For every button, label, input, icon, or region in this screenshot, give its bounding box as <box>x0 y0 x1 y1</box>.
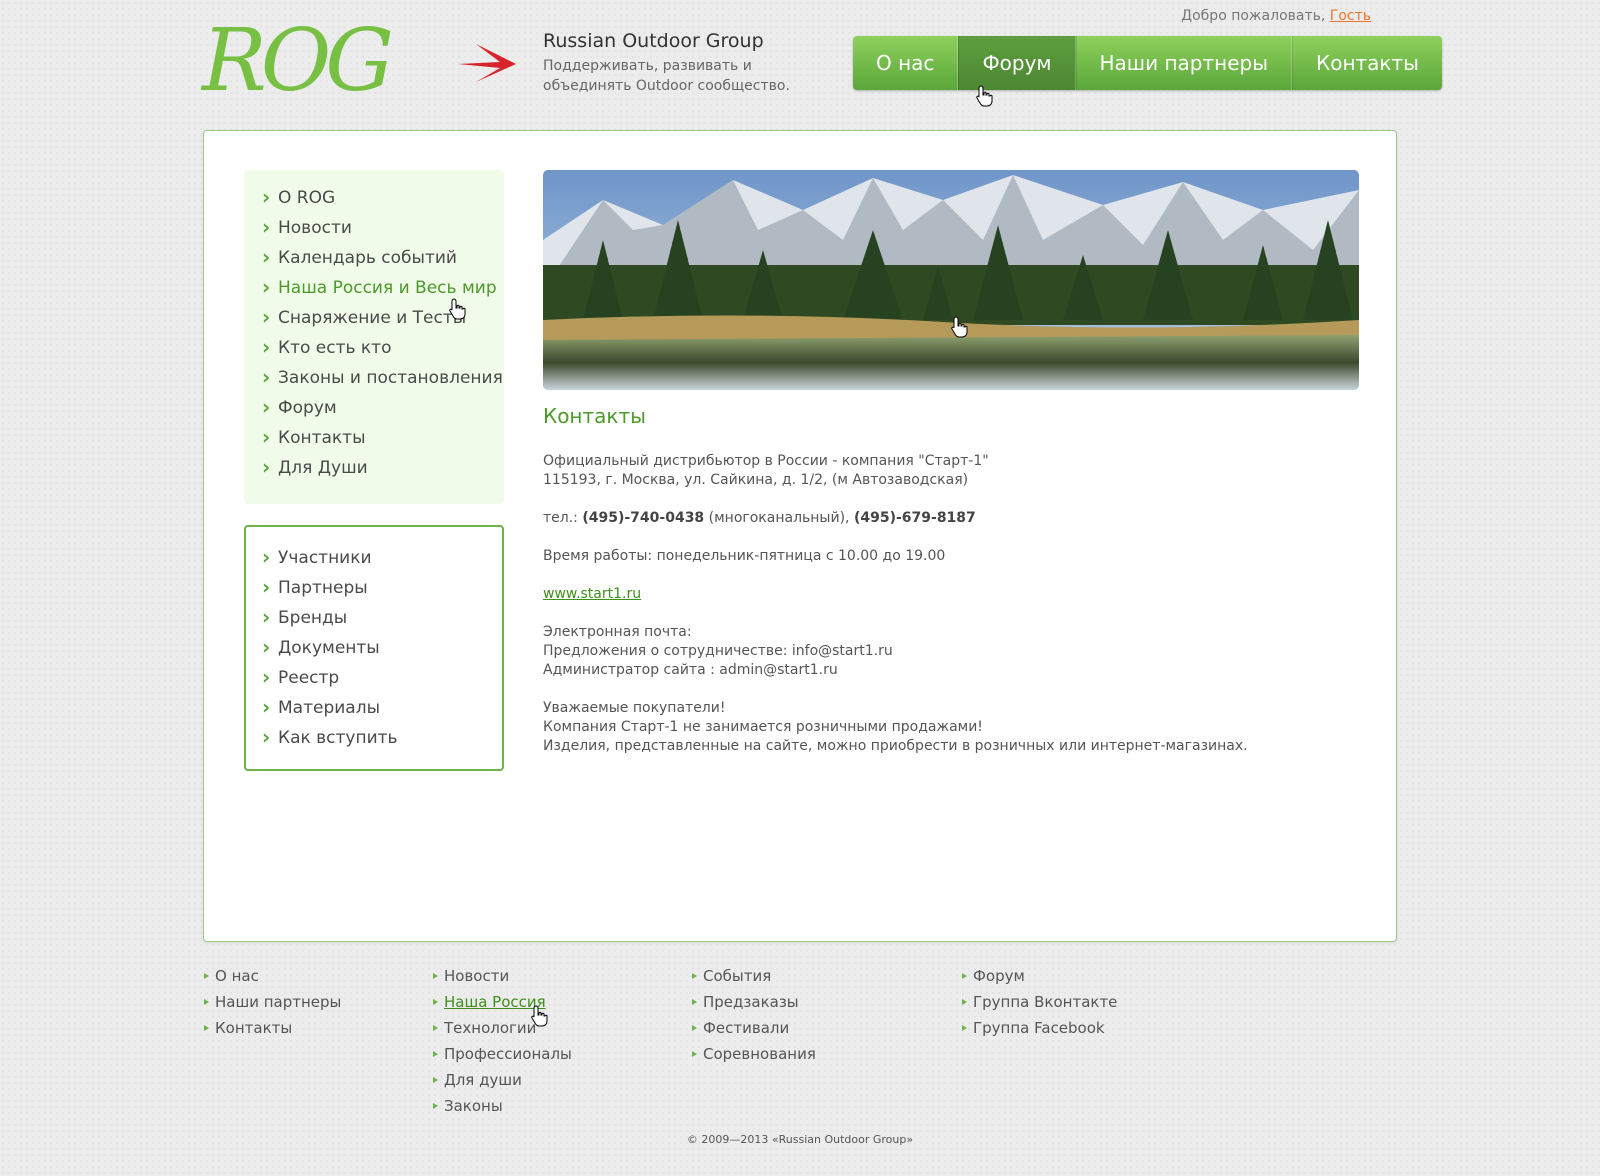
guest-link[interactable]: Гость <box>1330 8 1371 24</box>
hand-cursor-icon <box>976 85 993 107</box>
footer-link-about[interactable]: О нас <box>204 963 341 989</box>
hand-cursor-icon <box>531 1005 548 1027</box>
footer-link-technologies[interactable]: Технологии <box>433 1015 572 1041</box>
logo[interactable]: ROG <box>200 11 520 111</box>
footer-link-festivals[interactable]: Фестивали <box>692 1015 816 1041</box>
logo-mark: ROG <box>200 11 516 111</box>
footer-link-news[interactable]: Новости <box>433 963 572 989</box>
footer-link-our-russia[interactable]: Наша Россия <box>433 989 572 1015</box>
nav-contacts[interactable]: Контакты <box>1292 36 1442 90</box>
side-item-gear-tests[interactable]: Снаряжение и Тесты <box>262 302 504 333</box>
landscape-image <box>543 170 1359 390</box>
phone-primary: (495)-740-0438 <box>582 510 705 526</box>
notice-no-retail: Компания Старт-1 не занимается розничным… <box>543 719 983 735</box>
side-item-brands[interactable]: Бренды <box>262 602 502 633</box>
distributor-line: Официальный дистрибьютор в России - комп… <box>543 453 989 469</box>
contacts-content: Контакты Официальный дистрибьютор в Росс… <box>543 403 1359 775</box>
footer-link-events[interactable]: События <box>692 963 816 989</box>
copyright: © 2009—2013 «Russian Outdoor Group» <box>686 1133 914 1146</box>
welcome-text: Добро пожаловать, <box>1181 8 1326 24</box>
footer-column-2: Новости Наша Россия Технологии Профессио… <box>433 963 572 1119</box>
working-hours: Время работы: понедельник-пятница с 10.0… <box>543 548 946 564</box>
nav-partners[interactable]: Наши партнеры <box>1075 36 1293 90</box>
email-heading: Электронная почта: <box>543 624 692 640</box>
side-item-documents[interactable]: Документы <box>262 632 502 663</box>
side-menu-main: О ROG Новости Календарь событий Наша Рос… <box>244 170 504 504</box>
notice-where-to-buy: Изделия, представленные на сайте, можно … <box>543 738 1248 754</box>
side-item-how-to-join[interactable]: Как вступить <box>262 722 502 753</box>
side-item-registry[interactable]: Реестр <box>262 662 502 693</box>
hand-cursor-icon <box>449 298 466 320</box>
welcome-bar: Добро пожаловать, Гость <box>1181 8 1371 24</box>
phone-prefix: тел.: <box>543 510 578 526</box>
footer-link-laws[interactable]: Законы <box>433 1093 572 1119</box>
footer-link-professionals[interactable]: Профессионалы <box>433 1041 572 1067</box>
hand-cursor-icon <box>951 316 968 338</box>
side-item-laws[interactable]: Законы и постановления <box>262 362 504 393</box>
side-item-russia-world[interactable]: Наша Россия и Весь мир <box>262 272 504 303</box>
side-item-about-rog[interactable]: О ROG <box>262 182 504 213</box>
footer-link-preorders[interactable]: Предзаказы <box>692 989 816 1015</box>
footer-link-vkontakte[interactable]: Группа Вконтакте <box>962 989 1117 1015</box>
footer-column-4: Форум Группа Вконтакте Группа Facebook <box>962 963 1117 1041</box>
footer-link-partners[interactable]: Наши партнеры <box>204 989 341 1015</box>
side-item-who-is-who[interactable]: Кто есть кто <box>262 332 504 363</box>
phone-note: (многоканальный), <box>708 510 850 526</box>
banner-image <box>543 170 1359 390</box>
nav-about[interactable]: О нас <box>853 36 959 90</box>
phone-secondary: (495)-679-8187 <box>853 510 976 526</box>
side-item-contacts[interactable]: Контакты <box>262 422 504 453</box>
footer-column-1: О нас Наши партнеры Контакты <box>204 963 341 1041</box>
side-item-news[interactable]: Новости <box>262 212 504 243</box>
notice-heading: Уважаемые покупатели! <box>543 700 726 716</box>
site-name: Russian Outdoor Group <box>543 30 764 52</box>
tagline: Russian Outdoor Group Поддерживать, разв… <box>543 30 843 96</box>
side-item-forum[interactable]: Форум <box>262 392 504 423</box>
main-panel: О ROG Новости Календарь событий Наша Рос… <box>203 130 1397 942</box>
side-item-materials[interactable]: Материалы <box>262 692 502 723</box>
side-item-calendar[interactable]: Календарь событий <box>262 242 504 273</box>
site-slogan: Поддерживать, развивать и объединять Out… <box>543 58 790 94</box>
footer-column-3: События Предзаказы Фестивали Соревновани… <box>692 963 816 1067</box>
side-item-for-soul[interactable]: Для Души <box>262 452 504 483</box>
email-admin: Администратор сайта : admin@start1.ru <box>543 662 838 678</box>
nav-forum[interactable]: Форум <box>958 36 1076 90</box>
footer-link-contacts[interactable]: Контакты <box>204 1015 341 1041</box>
footer-link-for-soul[interactable]: Для души <box>433 1067 572 1093</box>
footer-link-facebook[interactable]: Группа Facebook <box>962 1015 1117 1041</box>
address-line: 115193, г. Москва, ул. Сайкина, д. 1/2, … <box>543 472 969 488</box>
footer-link-forum[interactable]: Форум <box>962 963 1117 989</box>
phone-line: тел.: (495)-740-0438 (многоканальный), (… <box>543 509 1359 528</box>
side-item-partners[interactable]: Партнеры <box>262 572 502 603</box>
top-nav: О нас Форум Наши партнеры Контакты <box>853 36 1442 90</box>
website-link[interactable]: www.start1.ru <box>543 586 641 602</box>
email-partnership: Предложения о сотрудничестве: info@start… <box>543 643 893 659</box>
side-item-members[interactable]: Участники <box>262 542 502 573</box>
page-title: Контакты <box>543 404 646 428</box>
side-menu-secondary: Участники Партнеры Бренды Документы Реес… <box>244 525 504 771</box>
svg-text:ROG: ROG <box>200 20 391 102</box>
footer-link-competitions[interactable]: Соревнования <box>692 1041 816 1067</box>
